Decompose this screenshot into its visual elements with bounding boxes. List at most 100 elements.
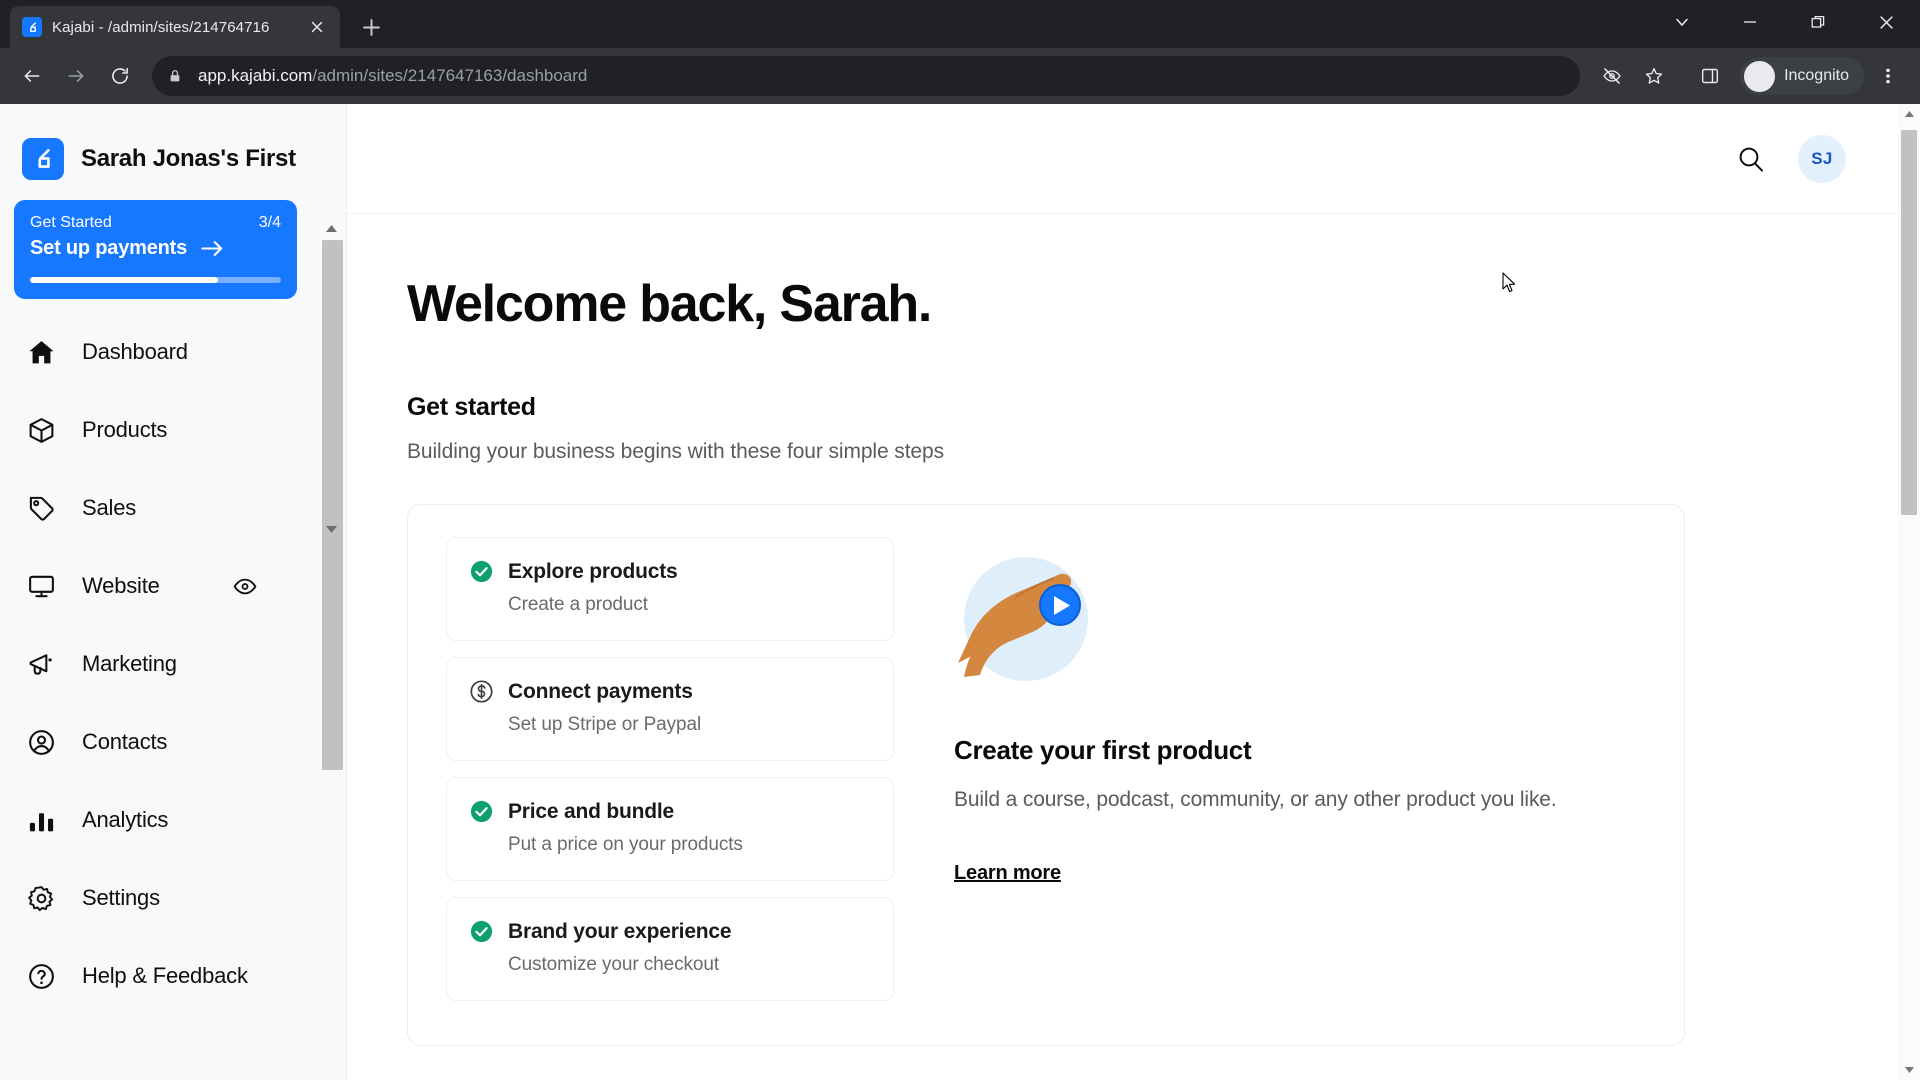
browser-tab[interactable]: Kajabi - /admin/sites/214764716 [10,6,340,48]
chevron-down-icon [1674,14,1690,30]
three-dots-vertical-icon [1879,67,1897,85]
step-card[interactable]: Connect payments Set up Stripe or Paypal [446,657,894,761]
eye-icon[interactable] [233,574,257,598]
address-bar[interactable]: app.kajabi.com/admin/sites/2147647163/da… [152,56,1581,96]
caret-down-icon [325,525,338,534]
browser-toolbar: app.kajabi.com/admin/sites/2147647163/da… [0,48,1920,104]
kajabi-logo-icon [22,17,42,37]
incognito-icon [1744,60,1776,92]
sidebar-item-label: Contacts [82,729,168,754]
brand-name: Sarah Jonas's First [81,145,296,172]
scroll-down-button[interactable] [317,518,346,540]
caret-down-icon [1904,1066,1915,1074]
step-subtitle: Put a price on your products [508,834,743,855]
incognito-label: Incognito [1784,67,1849,84]
learn-more-link[interactable]: Learn more [954,862,1061,885]
promo-title: Create your first product [954,735,1252,765]
get-started-action-row[interactable]: Set up payments [30,237,281,260]
bar-chart-icon [26,805,56,835]
star-icon [1644,66,1664,86]
sidebar-item-label: Settings [82,885,160,910]
scroll-up-button[interactable] [1898,104,1920,124]
step-header: Connect payments [469,679,871,704]
check-circle-icon [469,559,494,584]
check-circle-icon [469,919,494,944]
sidebar-item-label: Products [82,417,168,442]
sidebar-item-label: Marketing [82,651,177,676]
cube-icon [26,415,56,445]
sidebar-item-sales[interactable]: Sales [0,469,317,547]
avatar[interactable]: SJ [1798,134,1846,183]
home-icon [26,337,56,367]
incognito-indicator[interactable]: Incognito [1740,57,1864,95]
sidebar-scrollbar[interactable] [317,217,346,1080]
lock-icon [166,67,184,85]
sidebar-item-dashboard[interactable]: Dashboard [0,313,317,391]
arrow-right-icon [201,240,223,257]
brand-header[interactable]: Sarah Jonas's First [0,104,346,190]
tab-strip: Kajabi - /admin/sites/214764716 [0,0,1920,48]
promo-section: Create your first product Build a course… [954,537,1656,1017]
search-icon [1737,145,1765,173]
step-title: Connect payments [508,679,693,703]
sidebar-scroll-area: Get Started 3/4 Set up payments Dashboar… [0,190,346,1080]
sidebar-item-marketing[interactable]: Marketing [0,625,317,703]
get-started-top-row: Get Started 3/4 [30,214,281,232]
sidebar-nav-list: Dashboard Products Sales Website Marketi… [0,313,317,1015]
scrollbar-thumb[interactable] [322,240,343,770]
toolbar-right-actions: Incognito [1592,56,1908,96]
sidebar-item-settings[interactable]: Settings [0,859,317,937]
step-card[interactable]: Explore products Create a product [446,537,894,641]
get-started-progress-fill [30,277,219,283]
sidebar-item-help-feedback[interactable]: Help & Feedback [0,937,317,1015]
step-header: Explore products [469,559,871,584]
third-party-cookie-button[interactable] [1592,56,1632,96]
person-circle-icon [26,727,56,757]
sidebar-item-label: Help & Feedback [82,963,248,988]
step-card[interactable]: Brand your experience Customize your che… [446,897,894,1001]
step-subtitle: Set up Stripe or Paypal [508,714,702,735]
search-button[interactable] [1734,142,1768,176]
reload-button[interactable] [100,56,140,96]
megaphone-icon [26,649,56,679]
reload-icon [110,66,130,86]
side-panel-button[interactable] [1690,56,1730,96]
step-title: Explore products [508,559,678,583]
minimize-icon [1742,14,1758,30]
page-title: Welcome back, Sarah. [407,275,932,333]
step-title: Brand your experience [508,919,732,943]
hand-holding-play-button-icon [954,545,1114,705]
tab-search-button[interactable] [1648,0,1716,44]
get-started-label: Get Started [30,214,112,231]
main-scrollbar[interactable] [1898,104,1920,1080]
sidebar-item-products[interactable]: Products [0,391,317,469]
tab-title: Kajabi - /admin/sites/214764716 [52,18,270,36]
gear-icon [26,883,56,913]
close-window-button[interactable] [1852,0,1920,44]
monitor-icon [26,571,56,601]
arrow-right-icon [66,66,86,86]
scrollbar-thumb[interactable] [1901,130,1917,515]
close-icon[interactable] [306,16,328,38]
restore-button[interactable] [1784,0,1852,44]
scroll-down-button[interactable] [1898,1060,1920,1080]
question-circle-icon [26,961,56,991]
tag-icon [26,493,56,523]
sidebar-item-analytics[interactable]: Analytics [0,781,317,859]
scroll-up-button[interactable] [317,217,346,239]
get-started-card[interactable]: Get Started 3/4 Set up payments [14,200,297,299]
forward-button[interactable] [56,56,96,96]
new-tab-button[interactable] [354,10,388,44]
browser-menu-button[interactable] [1868,56,1908,96]
minimize-button[interactable] [1716,0,1784,44]
caret-up-icon [325,224,338,233]
step-subtitle: Create a product [508,594,648,615]
sidebar-item-website[interactable]: Website [0,547,317,625]
back-button[interactable] [12,56,52,96]
sidebar-item-contacts[interactable]: Contacts [0,703,317,781]
step-title: Price and bundle [508,799,674,823]
bookmark-button[interactable] [1634,56,1674,96]
close-icon [1878,14,1895,31]
step-card[interactable]: Price and bundle Put a price on your pro… [446,777,894,881]
get-started-count: 3/4 [258,214,281,231]
